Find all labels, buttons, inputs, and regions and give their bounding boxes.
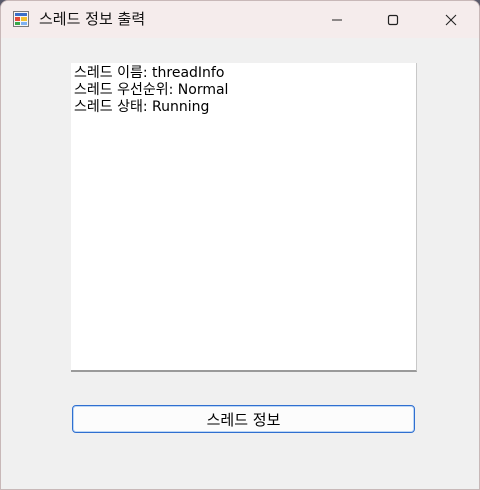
maximize-button[interactable] (365, 1, 421, 38)
app-window: 스레드 정보 출력 스레드 이름: threadInfo 스레드 우선순위: N… (0, 0, 480, 490)
minimize-button[interactable] (309, 1, 365, 38)
close-button[interactable] (423, 1, 479, 38)
thread-state-line: 스레드 상태: Running (74, 99, 210, 115)
title-bar[interactable]: 스레드 정보 출력 (1, 1, 479, 38)
window-title: 스레드 정보 출력 (39, 10, 146, 28)
thread-info-textbox[interactable]: 스레드 이름: threadInfo 스레드 우선순위: Normal 스레드 … (71, 63, 417, 372)
thread-priority-line: 스레드 우선순위: Normal (74, 82, 229, 98)
thread-name-line: 스레드 이름: threadInfo (74, 65, 225, 81)
thread-info-button[interactable]: 스레드 정보 (72, 405, 415, 433)
minimize-icon (332, 19, 342, 20)
maximize-icon (387, 14, 399, 25)
app-icon (13, 11, 29, 27)
close-icon (445, 14, 457, 25)
